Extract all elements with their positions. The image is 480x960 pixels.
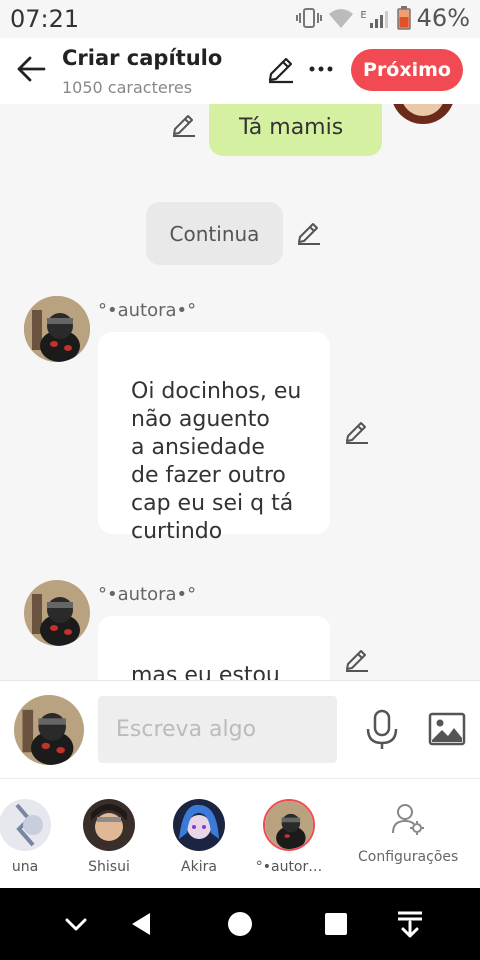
- wifi-icon: [329, 9, 354, 28]
- image-icon[interactable]: [428, 712, 466, 746]
- message-text: Oi docinhos, eu não aguento a ansiedade …: [131, 379, 302, 544]
- character-avatar-image: [391, 104, 455, 124]
- character-avatar: [83, 799, 135, 851]
- microphone-icon[interactable]: [364, 709, 400, 751]
- character-item[interactable]: una: [0, 799, 60, 875]
- sent-message-bubble[interactable]: Tá mamis: [209, 104, 382, 156]
- character-name: Akira: [181, 859, 217, 875]
- character-count: 1050 caracteres: [62, 78, 193, 97]
- character-name: Shisui: [88, 859, 130, 875]
- author-avatar-image: [14, 695, 84, 765]
- home-circle-icon[interactable]: [224, 908, 256, 940]
- character-item-selected[interactable]: °•autor…: [254, 799, 324, 875]
- edit-message-icon[interactable]: [344, 647, 370, 673]
- avatar[interactable]: [391, 104, 455, 124]
- selected-character-avatar[interactable]: [14, 695, 84, 765]
- vibrate-icon: [296, 8, 323, 28]
- user-settings-icon: [392, 804, 424, 835]
- received-message-bubble[interactable]: Oi docinhos, eu não aguento a ansiedade …: [98, 332, 330, 544]
- character-item[interactable]: Shisui: [74, 799, 144, 875]
- edit-message-icon[interactable]: [344, 419, 370, 445]
- character-avatar: [263, 799, 315, 851]
- status-bar: 07:21 E 46%: [0, 0, 480, 38]
- hide-navbar-icon[interactable]: [394, 908, 426, 940]
- system-icons: E 46%: [296, 4, 470, 32]
- back-triangle-icon[interactable]: [126, 908, 158, 940]
- character-name: una: [11, 859, 39, 875]
- status-time: 07:21: [10, 5, 80, 33]
- character-avatar: [173, 799, 225, 851]
- message-text: mas eu estou com sono kkk: [131, 663, 280, 680]
- character-name: °•autor…: [255, 859, 323, 875]
- avatar[interactable]: [24, 580, 90, 646]
- page-title: Criar capítulo: [62, 46, 223, 70]
- battery-percent: 46%: [416, 4, 470, 32]
- edit-pencil-icon[interactable]: [266, 54, 296, 84]
- chevron-down-icon[interactable]: [60, 908, 92, 940]
- system-nav-bar: [0, 888, 480, 960]
- author-avatar-image: [24, 580, 90, 646]
- author-avatar-image: [24, 296, 90, 362]
- chat-area[interactable]: Tá mamis Continua °•autora•° Oi docinhos…: [0, 104, 480, 680]
- more-options-icon[interactable]: [306, 54, 336, 84]
- signal-icon: [369, 11, 388, 28]
- received-message-bubble[interactable]: mas eu estou com sono kkk: [98, 616, 330, 680]
- character-selector: una Shisui Akira °•autor… Configurações: [0, 778, 480, 888]
- next-button[interactable]: Próximo: [351, 49, 463, 91]
- edit-message-icon[interactable]: [296, 220, 322, 246]
- message-composer: [0, 680, 480, 778]
- narration-text: Continua: [169, 221, 260, 246]
- character-avatar: [0, 799, 51, 851]
- narration-bubble[interactable]: Continua: [146, 202, 283, 265]
- network-type: E: [360, 10, 367, 21]
- settings-button[interactable]: Configurações: [358, 801, 458, 865]
- back-arrow-icon[interactable]: [14, 52, 48, 86]
- avatar[interactable]: [24, 296, 90, 362]
- message-text: Tá mamis: [239, 114, 344, 140]
- sender-name: °•autora•°: [98, 584, 197, 605]
- message-input[interactable]: [98, 696, 337, 763]
- app-header: Criar capítulo 1050 caracteres Próximo: [0, 38, 480, 104]
- edit-message-icon[interactable]: [171, 112, 197, 138]
- settings-label: Configurações: [358, 849, 459, 865]
- character-item[interactable]: Akira: [164, 799, 234, 875]
- battery-icon: [396, 6, 411, 30]
- recents-square-icon[interactable]: [320, 908, 352, 940]
- sender-name: °•autora•°: [98, 300, 197, 321]
